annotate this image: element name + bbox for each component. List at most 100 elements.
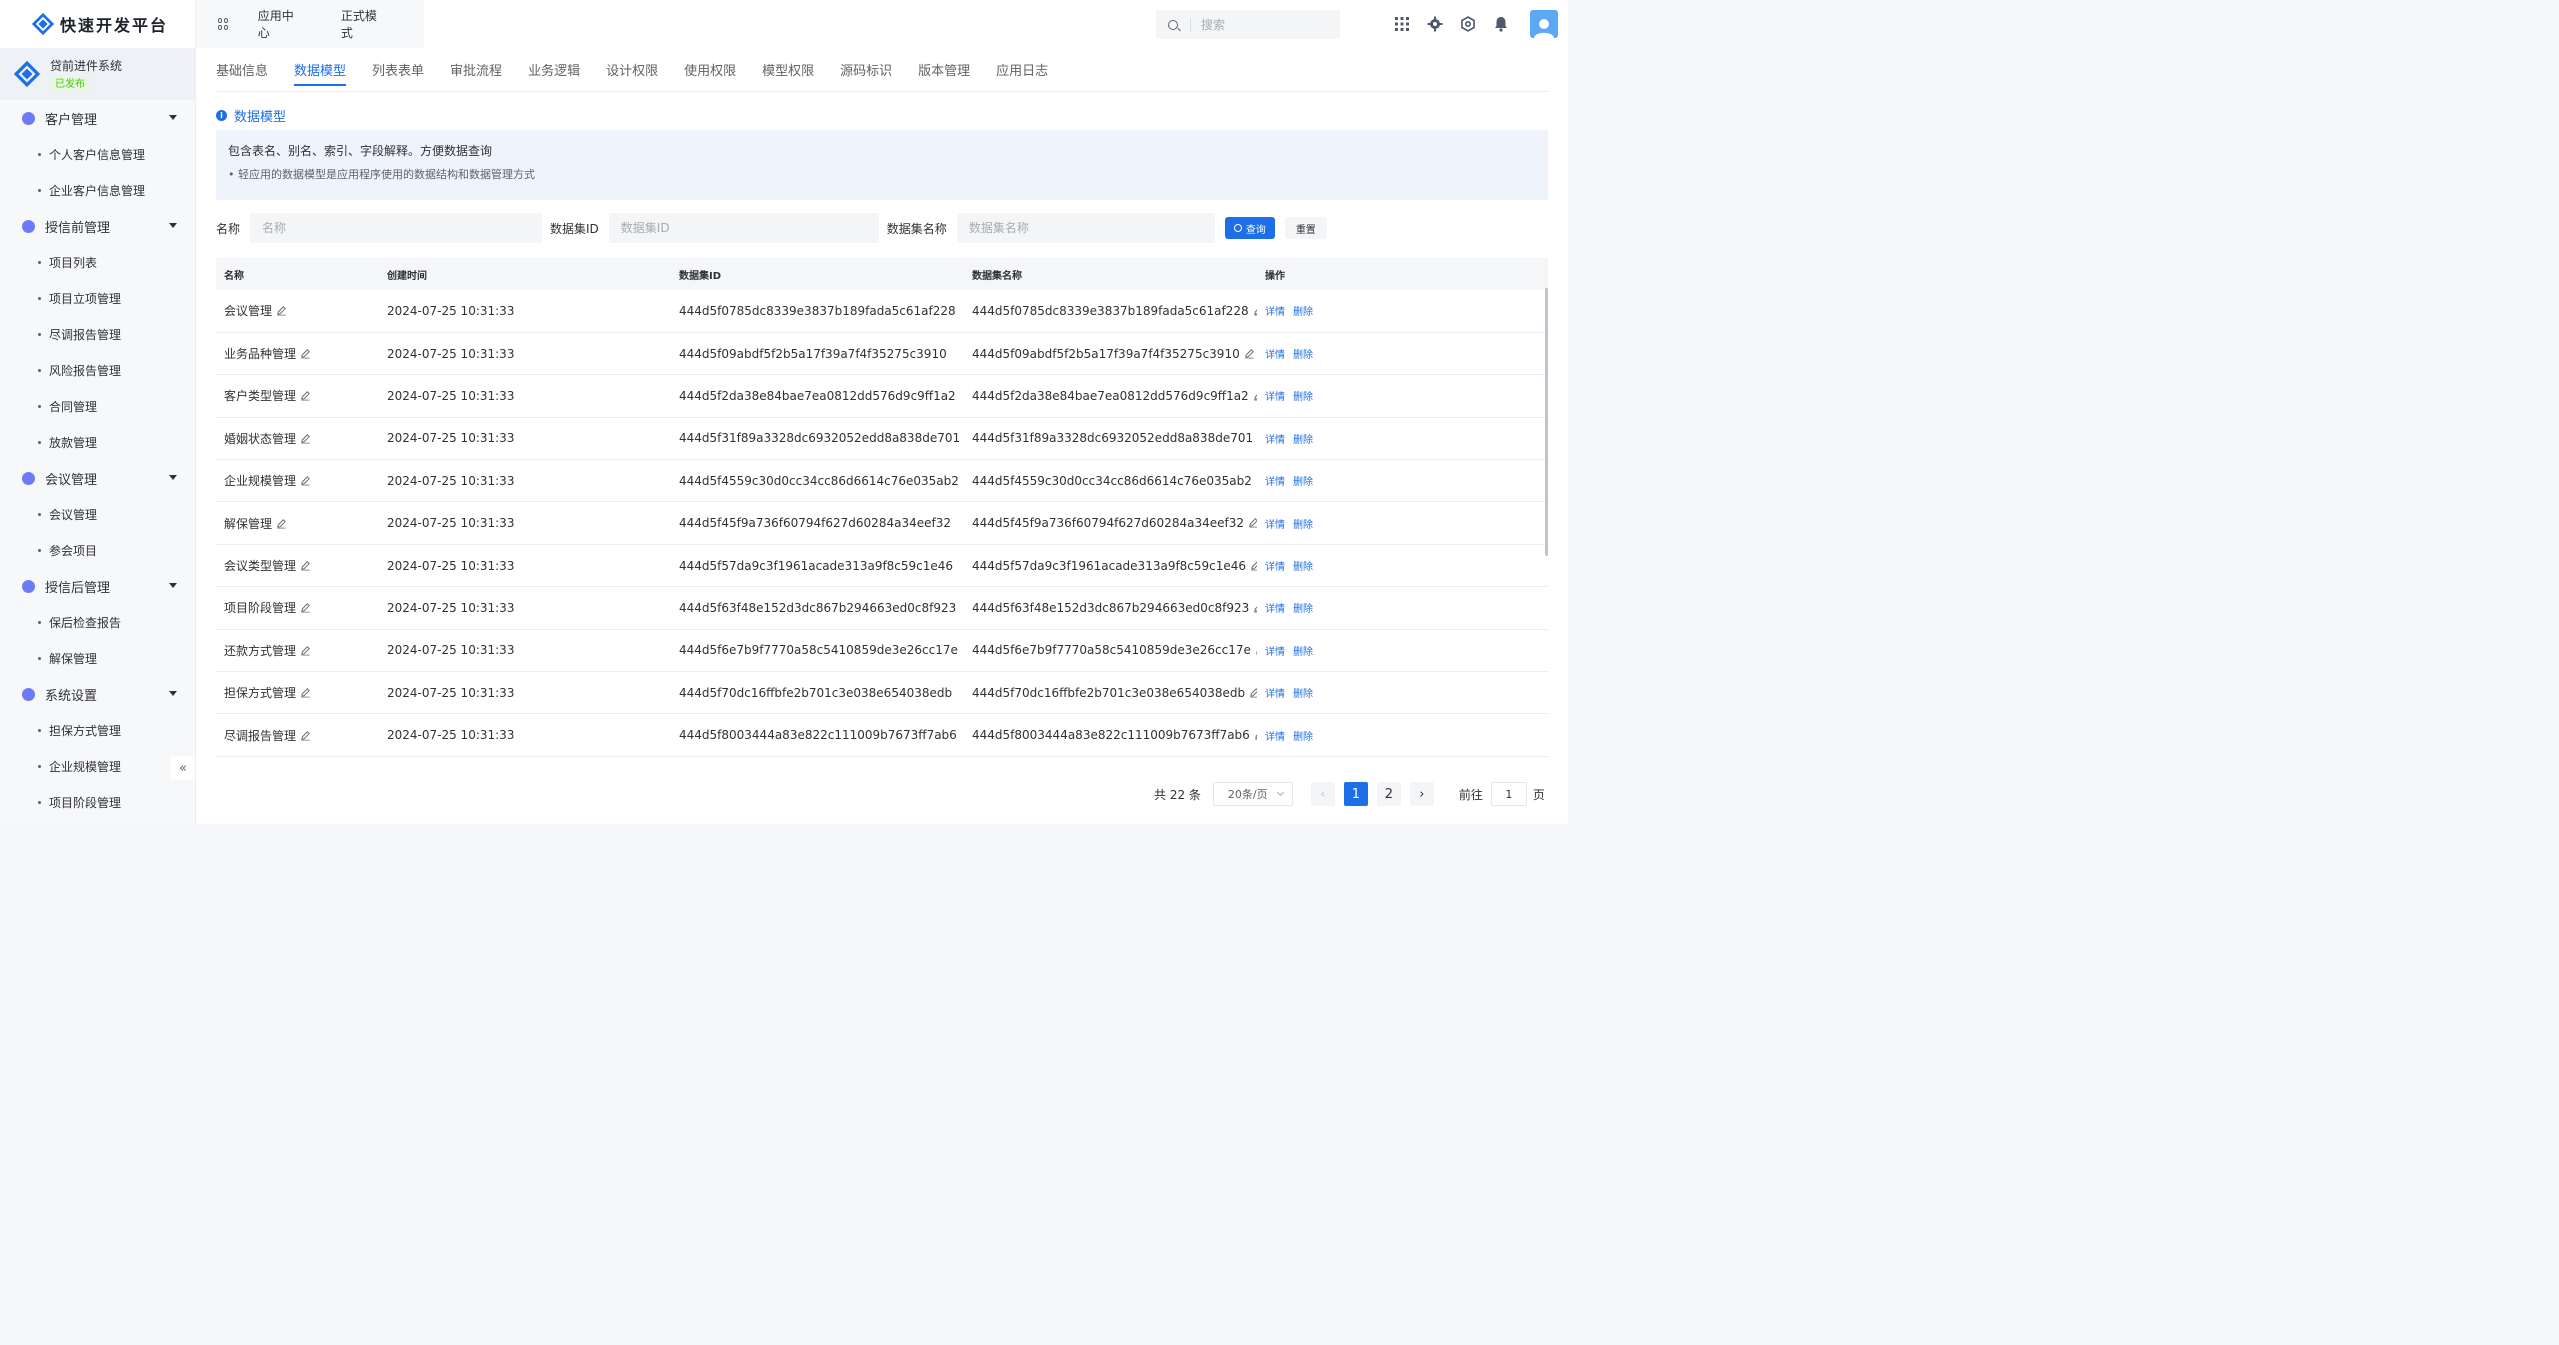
delete-link[interactable]: 删除 bbox=[1293, 520, 1313, 531]
sidebar-item-3-1[interactable]: 解保管理 bbox=[0, 640, 195, 676]
delete-link[interactable]: 删除 bbox=[1293, 562, 1313, 573]
tab-9[interactable]: 版本管理 bbox=[918, 48, 970, 92]
app-grid-icon[interactable] bbox=[218, 18, 228, 30]
sidebar-item-4-2[interactable]: 项目阶段管理 bbox=[0, 784, 195, 820]
next-page-button[interactable]: › bbox=[1409, 782, 1434, 806]
sidebar-group-3[interactable]: 授信后管理 bbox=[0, 568, 195, 604]
edit-icon[interactable] bbox=[272, 517, 287, 531]
edit-icon[interactable] bbox=[272, 304, 287, 318]
edit-icon[interactable] bbox=[1249, 304, 1257, 318]
sidebar-collapse-button[interactable]: « bbox=[170, 756, 195, 780]
sidebar-item-4-0[interactable]: 担保方式管理 bbox=[0, 712, 195, 748]
sidebar-group-0[interactable]: 客户管理 bbox=[0, 100, 195, 136]
sidebar-item-0-1[interactable]: 企业客户信息管理 bbox=[0, 172, 195, 208]
page-size-select[interactable]: 20条/页 bbox=[1212, 782, 1293, 806]
detail-link[interactable]: 详情 bbox=[1265, 732, 1285, 743]
edit-icon[interactable] bbox=[296, 644, 311, 658]
tab-2[interactable]: 列表表单 bbox=[372, 48, 424, 92]
sidebar-item-0-0[interactable]: 个人客户信息管理 bbox=[0, 136, 195, 172]
sidebar-item-1-4[interactable]: 合同管理 bbox=[0, 388, 195, 424]
top-tab-app-center[interactable]: 应用中心 bbox=[258, 7, 297, 41]
detail-link[interactable]: 详情 bbox=[1265, 647, 1285, 658]
sidebar-item-1-1[interactable]: 项目立项管理 bbox=[0, 280, 195, 316]
sidebar-item-2-0[interactable]: 会议管理 bbox=[0, 496, 195, 532]
detail-link[interactable]: 详情 bbox=[1265, 604, 1285, 615]
dataset-name-filter-input[interactable] bbox=[956, 213, 1215, 243]
sidebar-item-1-2[interactable]: 尽调报告管理 bbox=[0, 316, 195, 352]
sidebar-group-4[interactable]: 系统设置 bbox=[0, 676, 195, 712]
tab-3[interactable]: 审批流程 bbox=[450, 48, 502, 92]
reset-button[interactable]: 重置 bbox=[1284, 217, 1327, 239]
tab-8[interactable]: 源码标识 bbox=[840, 48, 892, 92]
sidebar-item-1-3[interactable]: 风险报告管理 bbox=[0, 352, 195, 388]
delete-link[interactable]: 删除 bbox=[1293, 392, 1313, 403]
dataset-id-filter-input[interactable] bbox=[608, 213, 879, 243]
edit-icon[interactable] bbox=[1250, 728, 1257, 742]
delete-link[interactable]: 删除 bbox=[1293, 689, 1313, 700]
sidebar-group-2[interactable]: 会议管理 bbox=[0, 460, 195, 496]
tab-1[interactable]: 数据模型 bbox=[294, 48, 347, 92]
cell-actions: 详情 删除 bbox=[1257, 671, 1548, 715]
edit-icon[interactable] bbox=[1253, 431, 1257, 445]
settings-hex-icon[interactable] bbox=[1458, 14, 1478, 34]
delete-link[interactable]: 删除 bbox=[1293, 477, 1313, 488]
app-card[interactable]: 贷前进件系统 已发布 bbox=[0, 48, 195, 100]
tab-5[interactable]: 设计权限 bbox=[606, 48, 658, 92]
delete-link[interactable]: 删除 bbox=[1293, 647, 1313, 658]
sidebar-group-1[interactable]: 授信前管理 bbox=[0, 208, 195, 244]
apps-grid-icon[interactable] bbox=[1392, 14, 1412, 34]
edit-icon[interactable] bbox=[1251, 643, 1257, 657]
edit-icon[interactable] bbox=[1245, 686, 1257, 700]
goto-page-input[interactable] bbox=[1490, 782, 1527, 806]
delete-link[interactable]: 删除 bbox=[1293, 435, 1313, 446]
bell-icon[interactable] bbox=[1491, 14, 1511, 34]
sidebar-item-1-5[interactable]: 放款管理 bbox=[0, 424, 195, 460]
detail-link[interactable]: 详情 bbox=[1265, 477, 1285, 488]
row-dataset-name: 444d5f45f9a736f60794f627d60284a34eef32 bbox=[972, 516, 1244, 531]
user-avatar[interactable] bbox=[1530, 10, 1558, 38]
edit-icon[interactable] bbox=[1246, 559, 1257, 573]
detail-link[interactable]: 详情 bbox=[1265, 689, 1285, 700]
sidebar-item-4-1[interactable]: 企业规模管理 bbox=[0, 748, 195, 784]
tab-4[interactable]: 业务逻辑 bbox=[528, 48, 580, 92]
edit-icon[interactable] bbox=[296, 389, 311, 403]
page-button-1[interactable]: 1 bbox=[1343, 782, 1368, 806]
edit-icon[interactable] bbox=[1252, 474, 1257, 488]
tab-0[interactable]: 基础信息 bbox=[216, 48, 268, 92]
delete-link[interactable]: 删除 bbox=[1293, 732, 1313, 743]
detail-link[interactable]: 详情 bbox=[1265, 350, 1285, 361]
delete-link[interactable]: 删除 bbox=[1293, 350, 1313, 361]
edit-icon[interactable] bbox=[296, 686, 311, 700]
detail-link[interactable]: 详情 bbox=[1265, 520, 1285, 531]
tab-10[interactable]: 应用日志 bbox=[996, 48, 1048, 92]
prev-page-button[interactable]: ‹ bbox=[1310, 782, 1335, 806]
delete-link[interactable]: 删除 bbox=[1293, 307, 1313, 318]
edit-icon[interactable] bbox=[1249, 601, 1257, 615]
tab-7[interactable]: 模型权限 bbox=[762, 48, 814, 92]
edit-icon[interactable] bbox=[296, 559, 311, 573]
gear-icon[interactable] bbox=[1425, 14, 1445, 34]
global-search-input[interactable] bbox=[1201, 17, 1321, 32]
sidebar-item-1-0[interactable]: 项目列表 bbox=[0, 244, 195, 280]
tab-6[interactable]: 使用权限 bbox=[684, 48, 736, 92]
edit-icon[interactable] bbox=[1249, 389, 1257, 403]
edit-icon[interactable] bbox=[296, 474, 311, 488]
detail-link[interactable]: 详情 bbox=[1265, 392, 1285, 403]
edit-icon[interactable] bbox=[296, 729, 311, 743]
sidebar-item-2-1[interactable]: 参会项目 bbox=[0, 532, 195, 568]
sidebar-item-3-0[interactable]: 保后检查报告 bbox=[0, 604, 195, 640]
detail-link[interactable]: 详情 bbox=[1265, 435, 1285, 446]
edit-icon[interactable] bbox=[1244, 516, 1257, 530]
edit-icon[interactable] bbox=[296, 347, 311, 361]
edit-icon[interactable] bbox=[1240, 347, 1255, 361]
query-button[interactable]: 查询 bbox=[1224, 217, 1275, 239]
name-filter-input[interactable] bbox=[250, 213, 543, 243]
delete-link[interactable]: 删除 bbox=[1293, 604, 1313, 615]
detail-link[interactable]: 详情 bbox=[1265, 307, 1285, 318]
table-scrollbar[interactable] bbox=[1545, 288, 1548, 556]
detail-link[interactable]: 详情 bbox=[1265, 562, 1285, 573]
top-tab-production-mode[interactable]: 正式模式 bbox=[341, 7, 380, 41]
page-button-2[interactable]: 2 bbox=[1376, 782, 1401, 806]
edit-icon[interactable] bbox=[296, 601, 311, 615]
edit-icon[interactable] bbox=[296, 432, 311, 446]
